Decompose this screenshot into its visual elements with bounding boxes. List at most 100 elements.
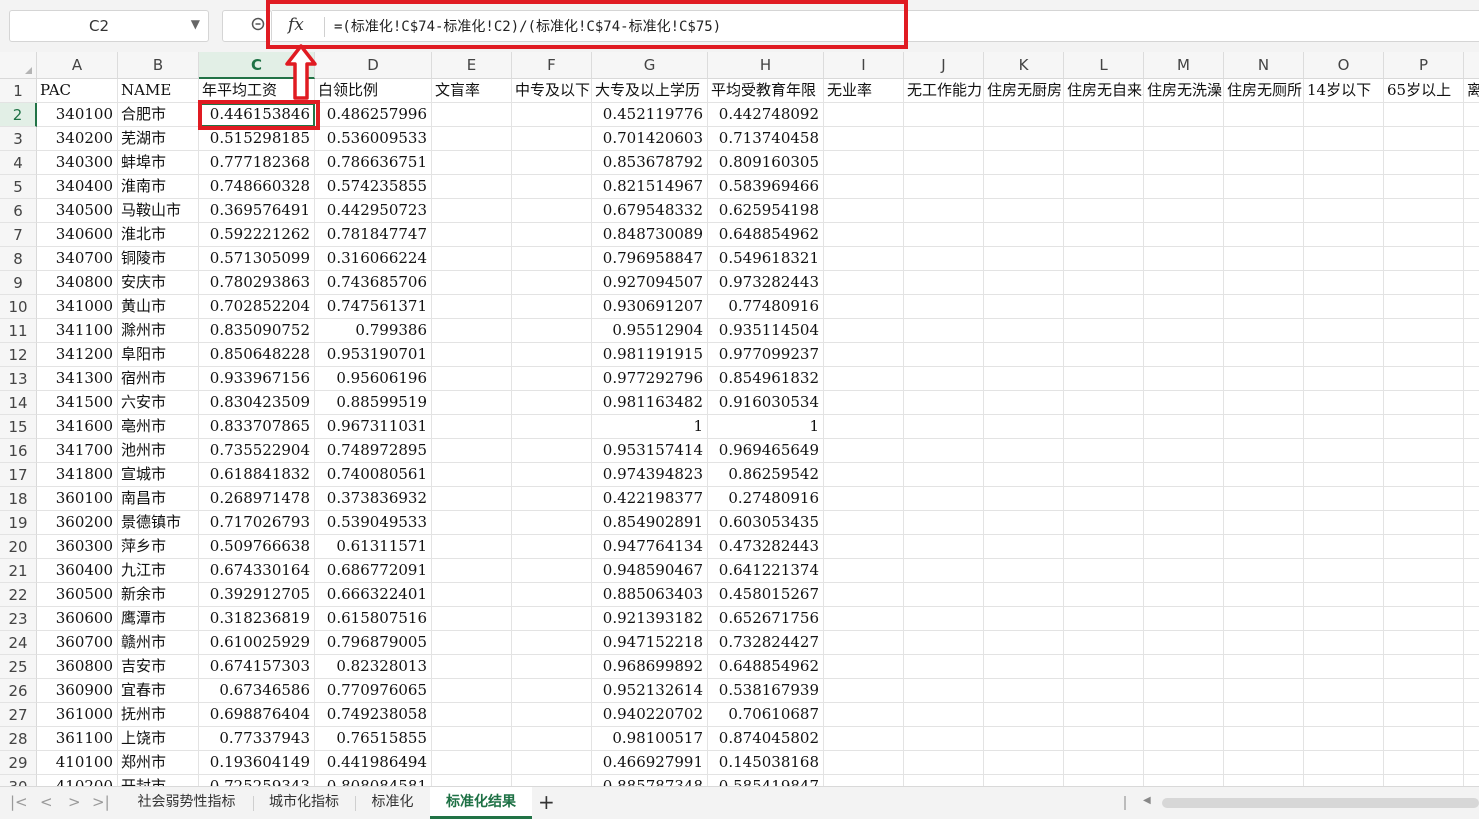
cell[interactable]: 0.921393182 [592,607,708,631]
cell[interactable]: 0.585419847 [708,775,824,786]
cell[interactable] [432,295,512,319]
cell[interactable] [904,151,984,175]
cell[interactable]: 0.473282443 [708,535,824,559]
cell[interactable]: 341200 [37,343,118,367]
cell[interactable]: 0.701420603 [592,127,708,151]
cell[interactable] [1464,199,1479,223]
cell[interactable]: 340100 [37,103,118,127]
cell[interactable] [1224,607,1304,631]
cell[interactable]: 0.968699892 [592,655,708,679]
cell[interactable] [432,559,512,583]
cell[interactable] [1384,511,1464,535]
chevron-down-icon[interactable]: ▼ [191,17,200,31]
cell[interactable] [984,727,1064,751]
column-header-B[interactable]: B [118,52,199,79]
cell[interactable] [1304,127,1384,151]
cell[interactable]: 0.967311031 [315,415,432,439]
cell[interactable] [1384,151,1464,175]
cell[interactable] [1224,223,1304,247]
cell[interactable]: 0.603053435 [708,511,824,535]
scroll-left-icon[interactable]: ◀ [1143,795,1151,806]
cell[interactable] [984,175,1064,199]
cell[interactable] [512,463,592,487]
cell[interactable] [1464,559,1479,583]
cell[interactable] [904,535,984,559]
cell[interactable] [1384,727,1464,751]
cell[interactable] [1064,655,1144,679]
cell[interactable] [1464,295,1479,319]
cell[interactable] [1384,583,1464,607]
cell[interactable]: 0.686772091 [315,559,432,583]
cell[interactable]: 0.648854962 [708,223,824,247]
cell[interactable] [1464,439,1479,463]
cell[interactable]: 0.641221374 [708,559,824,583]
cell[interactable] [512,223,592,247]
row-header-26[interactable]: 26 [0,679,37,703]
cell[interactable] [1064,439,1144,463]
cell[interactable] [1304,199,1384,223]
cell[interactable] [904,583,984,607]
row-header-19[interactable]: 19 [0,511,37,535]
cell[interactable] [1464,367,1479,391]
cell[interactable] [1224,535,1304,559]
cell[interactable]: 新余市 [118,583,199,607]
column-header-P[interactable]: P [1384,52,1464,79]
cell[interactable]: 341100 [37,319,118,343]
cell[interactable] [984,199,1064,223]
cell[interactable]: 65岁以上 [1384,79,1464,103]
cell[interactable]: 抚州市 [118,703,199,727]
cell[interactable] [984,607,1064,631]
cell[interactable]: 0.969465649 [708,439,824,463]
cell[interactable]: 0.933967156 [199,367,315,391]
cell[interactable]: 0.442950723 [315,199,432,223]
cell[interactable]: 0.698876404 [199,703,315,727]
cell[interactable] [432,511,512,535]
cell[interactable]: 0.974394823 [592,463,708,487]
row-header-6[interactable]: 6 [0,199,37,223]
cell[interactable] [1384,775,1464,786]
cell[interactable] [1384,295,1464,319]
cell[interactable]: 361000 [37,703,118,727]
cell[interactable] [512,127,592,151]
cell[interactable] [1224,319,1304,343]
cell[interactable] [1064,391,1144,415]
row-header-29[interactable]: 29 [0,751,37,775]
cell[interactable] [1384,103,1464,127]
sheet-tab-2[interactable]: 城市化指标 [253,787,355,819]
add-sheet-icon[interactable]: + [538,790,555,814]
cell[interactable]: 0.538167939 [708,679,824,703]
cell[interactable]: 0.740080561 [315,463,432,487]
cell[interactable]: 0.735522904 [199,439,315,463]
cell[interactable] [1064,103,1144,127]
cell[interactable] [1304,367,1384,391]
cell[interactable]: 0.452119776 [592,103,708,127]
cell[interactable] [1384,463,1464,487]
cell[interactable] [1384,343,1464,367]
cell[interactable]: 0.777182368 [199,151,315,175]
cell[interactable] [1384,559,1464,583]
cell[interactable] [1224,655,1304,679]
row-header-25[interactable]: 25 [0,655,37,679]
row-header-21[interactable]: 21 [0,559,37,583]
prev-sheet-icon[interactable]: < [40,793,53,811]
cell[interactable]: 0.835090752 [199,319,315,343]
cell[interactable] [1384,367,1464,391]
cell[interactable]: 340700 [37,247,118,271]
cell[interactable] [904,175,984,199]
cell[interactable] [1144,463,1224,487]
cell[interactable]: 0.648854962 [708,655,824,679]
cell[interactable]: 0.61311571 [315,535,432,559]
cell[interactable] [432,631,512,655]
cell[interactable]: 0.574235855 [315,175,432,199]
cell[interactable]: 阜阳市 [118,343,199,367]
column-header-H[interactable]: H [708,52,824,79]
cell[interactable] [1224,271,1304,295]
cell[interactable] [432,223,512,247]
cell[interactable] [432,151,512,175]
cell[interactable] [1064,247,1144,271]
cell[interactable] [824,391,904,415]
cell[interactable]: 341300 [37,367,118,391]
cell[interactable] [1064,487,1144,511]
cell[interactable] [1304,703,1384,727]
column-header-N[interactable]: N [1224,52,1304,79]
